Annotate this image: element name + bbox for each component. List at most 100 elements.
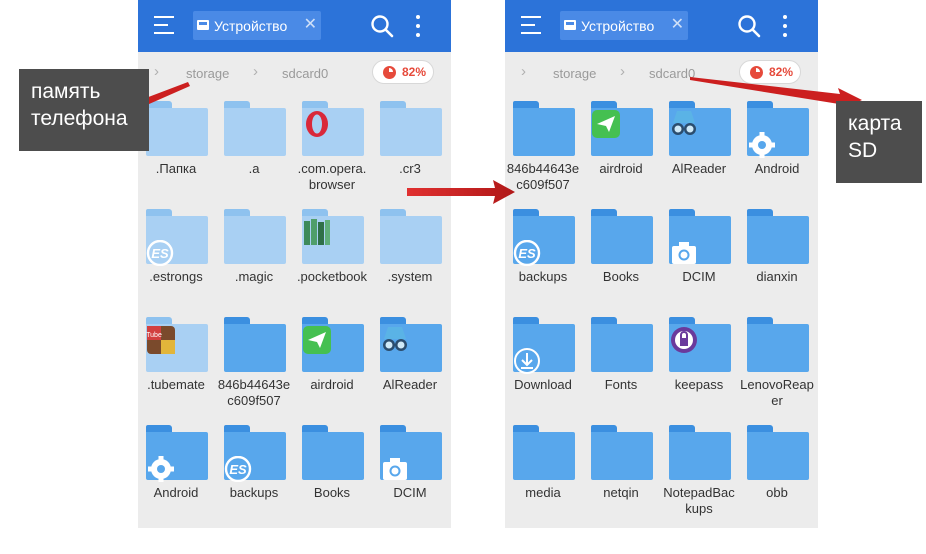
folder-item[interactable]: Books <box>295 425 369 528</box>
folder-item[interactable]: netqin <box>584 425 658 528</box>
folder-icon <box>669 425 731 480</box>
folder-item[interactable]: obb <box>740 425 814 528</box>
folder-item[interactable]: ES backups <box>506 209 580 315</box>
tubemate-icon: Tube <box>146 325 176 355</box>
folder-icon <box>591 317 653 372</box>
storage-icon <box>197 20 209 30</box>
folder-name: AlReader <box>671 161 727 176</box>
airdroid-icon <box>591 109 621 139</box>
opera-icon <box>302 109 332 139</box>
folder-item[interactable]: Android <box>139 425 213 528</box>
airdroid-icon <box>302 325 332 355</box>
folder-name: .tubemate <box>147 377 205 392</box>
folder-icon <box>380 425 442 480</box>
folder-icon <box>747 425 809 480</box>
folder-item[interactable]: Tube .tubemate <box>139 317 213 423</box>
tab-device[interactable]: Устройство ✕ <box>560 11 688 40</box>
folder-item[interactable]: keepass <box>662 317 736 423</box>
screenshot-canvas: Устройство ✕ › storage › sdcard0 82% .Па… <box>0 0 926 554</box>
folder-name: airdroid <box>310 377 354 392</box>
folder-icon <box>380 101 442 156</box>
more-vert-icon[interactable] <box>414 14 422 38</box>
folder-item[interactable]: airdroid <box>295 317 369 423</box>
folder-icon <box>146 101 208 156</box>
folder-item[interactable]: .magic <box>217 209 291 315</box>
folder-item[interactable]: media <box>506 425 580 528</box>
keepass-icon <box>669 325 699 355</box>
folder-icon <box>302 425 364 480</box>
storage-usage-percent: 82% <box>769 65 794 79</box>
breadcrumb-sdcard0[interactable]: sdcard0 <box>649 66 695 81</box>
folder-item[interactable]: dianxin <box>740 209 814 315</box>
folder-item[interactable]: .system <box>373 209 447 315</box>
breadcrumb-storage[interactable]: storage <box>186 66 229 81</box>
breadcrumb: › storage › sdcard0 82% <box>138 52 451 94</box>
close-icon[interactable]: ✕ <box>304 16 317 34</box>
folder-item[interactable]: ES .estrongs <box>139 209 213 315</box>
folder-item[interactable]: 846b44643ec609f507 <box>217 317 291 423</box>
folder-icon <box>747 317 809 372</box>
folder-name: 846b44643ec609f507 <box>506 161 580 192</box>
folder-item[interactable]: NotepadBackups <box>662 425 736 528</box>
folder-name: Download <box>514 377 572 392</box>
folder-item[interactable]: .pocketbook <box>295 209 369 315</box>
search-icon[interactable] <box>737 14 761 38</box>
folder-item[interactable]: Download <box>506 317 580 423</box>
es-icon: ES <box>146 239 176 267</box>
folder-name: .com.opera.browser <box>297 161 367 192</box>
folder-name: 846b44643ec609f507 <box>217 377 291 408</box>
breadcrumb-sdcard0[interactable]: sdcard0 <box>282 66 328 81</box>
folder-name: Books <box>602 269 640 284</box>
svg-text:Tube: Tube <box>146 332 162 339</box>
menu-icon[interactable] <box>154 16 174 34</box>
more-vert-icon[interactable] <box>781 14 789 38</box>
search-icon[interactable] <box>370 14 394 38</box>
storage-usage-badge[interactable]: 82% <box>739 60 801 84</box>
folder-name: Books <box>313 485 351 500</box>
folder-item[interactable]: 846b44643ec609f507 <box>506 101 580 207</box>
storage-usage-badge[interactable]: 82% <box>372 60 434 84</box>
folder-item[interactable]: .a <box>217 101 291 207</box>
folder-name: .cr3 <box>399 161 421 176</box>
folder-icon <box>591 425 653 480</box>
folder-item[interactable]: .cr3 <box>373 101 447 207</box>
gear-icon <box>747 132 777 158</box>
pie-chart-icon <box>750 66 763 79</box>
folder-name: .pocketbook <box>296 269 368 284</box>
close-icon[interactable]: ✕ <box>671 16 684 34</box>
folder-name: backups <box>229 485 279 500</box>
folder-name: keepass <box>674 377 724 392</box>
folder-item[interactable]: DCIM <box>373 425 447 528</box>
folder-item[interactable]: AlReader <box>373 317 447 423</box>
folder-icon: ES <box>224 425 286 483</box>
folder-icon <box>380 317 442 372</box>
folder-item[interactable]: ES backups <box>217 425 291 528</box>
es-icon: ES <box>224 455 254 483</box>
folder-item[interactable]: LenovoReaper <box>740 317 814 423</box>
folder-item[interactable]: DCIM <box>662 209 736 315</box>
folder-item[interactable]: .Папка <box>139 101 213 207</box>
folder-name: LenovoReaper <box>740 377 814 408</box>
folder-item[interactable]: Fonts <box>584 317 658 423</box>
callout-sd-card: карта SD <box>836 101 922 183</box>
pie-chart-icon <box>383 66 396 79</box>
folder-item[interactable]: AlReader <box>662 101 736 207</box>
folder-icon <box>747 101 809 158</box>
folder-icon <box>513 425 575 480</box>
top-app-bar: Устройство ✕ <box>505 0 818 52</box>
folder-name: Android <box>153 485 199 500</box>
storage-usage-percent: 82% <box>402 65 427 79</box>
folder-icon: Tube <box>146 317 208 372</box>
breadcrumb-storage[interactable]: storage <box>553 66 596 81</box>
tab-device[interactable]: Устройство ✕ <box>193 11 321 40</box>
folder-name: .estrongs <box>149 269 203 284</box>
file-manager-internal: Устройство ✕ › storage › sdcard0 82% .Па… <box>138 0 451 528</box>
folder-icon <box>591 209 653 264</box>
menu-icon[interactable] <box>521 16 541 34</box>
folder-item[interactable]: .com.opera.browser <box>295 101 369 207</box>
folder-item[interactable]: airdroid <box>584 101 658 207</box>
folder-name: .a <box>248 161 260 176</box>
folder-item[interactable]: Android <box>740 101 814 207</box>
folder-name: .system <box>387 269 433 284</box>
folder-item[interactable]: Books <box>584 209 658 315</box>
